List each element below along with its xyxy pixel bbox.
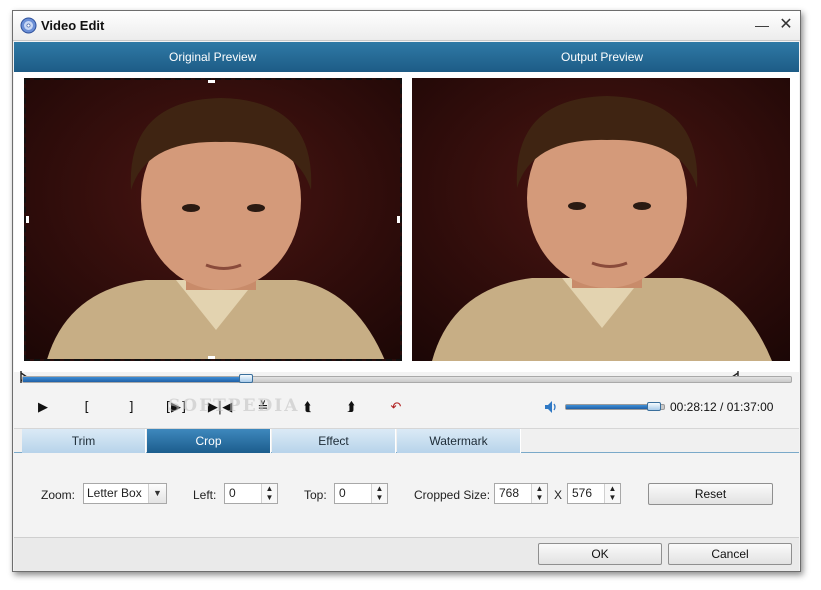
cropped-width-spinner[interactable]: 768 ▲ ▼: [494, 483, 548, 504]
top-value: 0: [339, 486, 346, 500]
zoom-select[interactable]: Letter Box ▼: [83, 483, 167, 504]
go-to-end-button[interactable]: ▶|◀: [205, 397, 235, 419]
original-video-image: [26, 80, 400, 359]
seek-thumb[interactable]: [238, 374, 253, 383]
minimize-button[interactable]: —: [753, 16, 771, 34]
tab-effect[interactable]: Effect: [272, 429, 396, 453]
output-preview-frame: [412, 78, 790, 361]
seek-progress: [23, 377, 246, 382]
size-separator: X: [554, 488, 563, 502]
zoom-label: Zoom:: [41, 488, 76, 502]
tab-crop[interactable]: Crop: [147, 429, 271, 453]
up-arrow-icon[interactable]: ▲: [262, 484, 277, 493]
tab-watermark[interactable]: Watermark: [397, 429, 521, 453]
up-arrow-icon[interactable]: ▲: [532, 484, 547, 493]
mark-out-button[interactable]: ]: [119, 397, 143, 419]
down-arrow-icon[interactable]: ▼: [532, 493, 547, 502]
cropped-height-spinner[interactable]: 576 ▲ ▼: [567, 483, 621, 504]
cancel-button[interactable]: Cancel: [668, 543, 792, 565]
up-arrow-icon[interactable]: ▲: [372, 484, 387, 493]
volume-thumb[interactable]: [647, 402, 662, 411]
preview-area: [14, 72, 799, 372]
output-video-image: [412, 78, 790, 361]
cropped-width-value: 768: [499, 486, 520, 500]
down-arrow-icon[interactable]: ▼: [605, 493, 620, 502]
down-arrow-icon[interactable]: ▼: [372, 493, 387, 502]
up-arrow-icon[interactable]: ▲: [605, 484, 620, 493]
cropped-height-value: 576: [572, 486, 593, 500]
close-button[interactable]: ✕: [777, 16, 795, 34]
playback-controls: ▶ [ ] [▶] ▶|◀ ≚ ⮬ ⮭ ↶ 00:28:12 / 01:37:0…: [13, 393, 800, 423]
volume-slider[interactable]: [565, 402, 665, 411]
left-label: Left:: [193, 488, 217, 502]
crop-handle-right[interactable]: [397, 216, 400, 223]
crop-handle-left[interactable]: [26, 216, 29, 223]
left-value: 0: [229, 486, 236, 500]
time-display: 00:28:12 / 01:37:00: [670, 400, 774, 414]
zoom-value: Letter Box: [87, 486, 142, 500]
ok-button[interactable]: OK: [538, 543, 662, 565]
video-edit-window: Video Edit — ✕ Original Preview Output P…: [12, 10, 801, 572]
volume-level: [566, 405, 658, 409]
window-title: Video Edit: [41, 18, 105, 33]
crop-handle-bottom[interactable]: [208, 356, 215, 359]
crop-panel: Zoom: Letter Box ▼ Left: 0 ▲ ▼ Top: 0 ▲ ▼ …: [14, 453, 799, 537]
tab-trim[interactable]: Trim: [22, 429, 146, 453]
dialog-footer: OK Cancel: [14, 537, 799, 571]
top-label: Top:: [304, 488, 327, 502]
app-disc-icon: [20, 17, 37, 34]
title-bar: Video Edit — ✕: [13, 11, 800, 41]
edit-tabs: Trim Crop Effect Watermark: [14, 428, 799, 453]
play-button[interactable]: ▶: [31, 397, 55, 419]
volume-icon[interactable]: [543, 399, 559, 415]
reset-button[interactable]: Reset: [648, 483, 773, 505]
rotate-left-button[interactable]: ⮬: [296, 397, 320, 419]
top-spinner[interactable]: 0 ▲ ▼: [334, 483, 388, 504]
mark-in-button[interactable]: [: [75, 397, 99, 419]
play-segment-button[interactable]: [▶]: [161, 397, 191, 419]
preview-header: Original Preview Output Preview: [14, 42, 799, 72]
chevron-down-icon[interactable]: ▼: [148, 484, 166, 503]
output-preview-label: Output Preview: [561, 50, 644, 64]
left-spinner[interactable]: 0 ▲ ▼: [224, 483, 278, 504]
down-arrow-icon[interactable]: ▼: [262, 493, 277, 502]
rotate-right-button[interactable]: ⮭: [339, 397, 363, 419]
crop-handle-top[interactable]: [208, 80, 215, 83]
flip-vertical-button[interactable]: ≚: [251, 397, 275, 419]
undo-button[interactable]: ↶: [384, 397, 408, 419]
original-preview-label: Original Preview: [169, 50, 257, 64]
original-preview-frame[interactable]: [24, 78, 402, 361]
seek-bar[interactable]: [22, 374, 792, 383]
cropped-size-label: Cropped Size:: [414, 488, 491, 502]
